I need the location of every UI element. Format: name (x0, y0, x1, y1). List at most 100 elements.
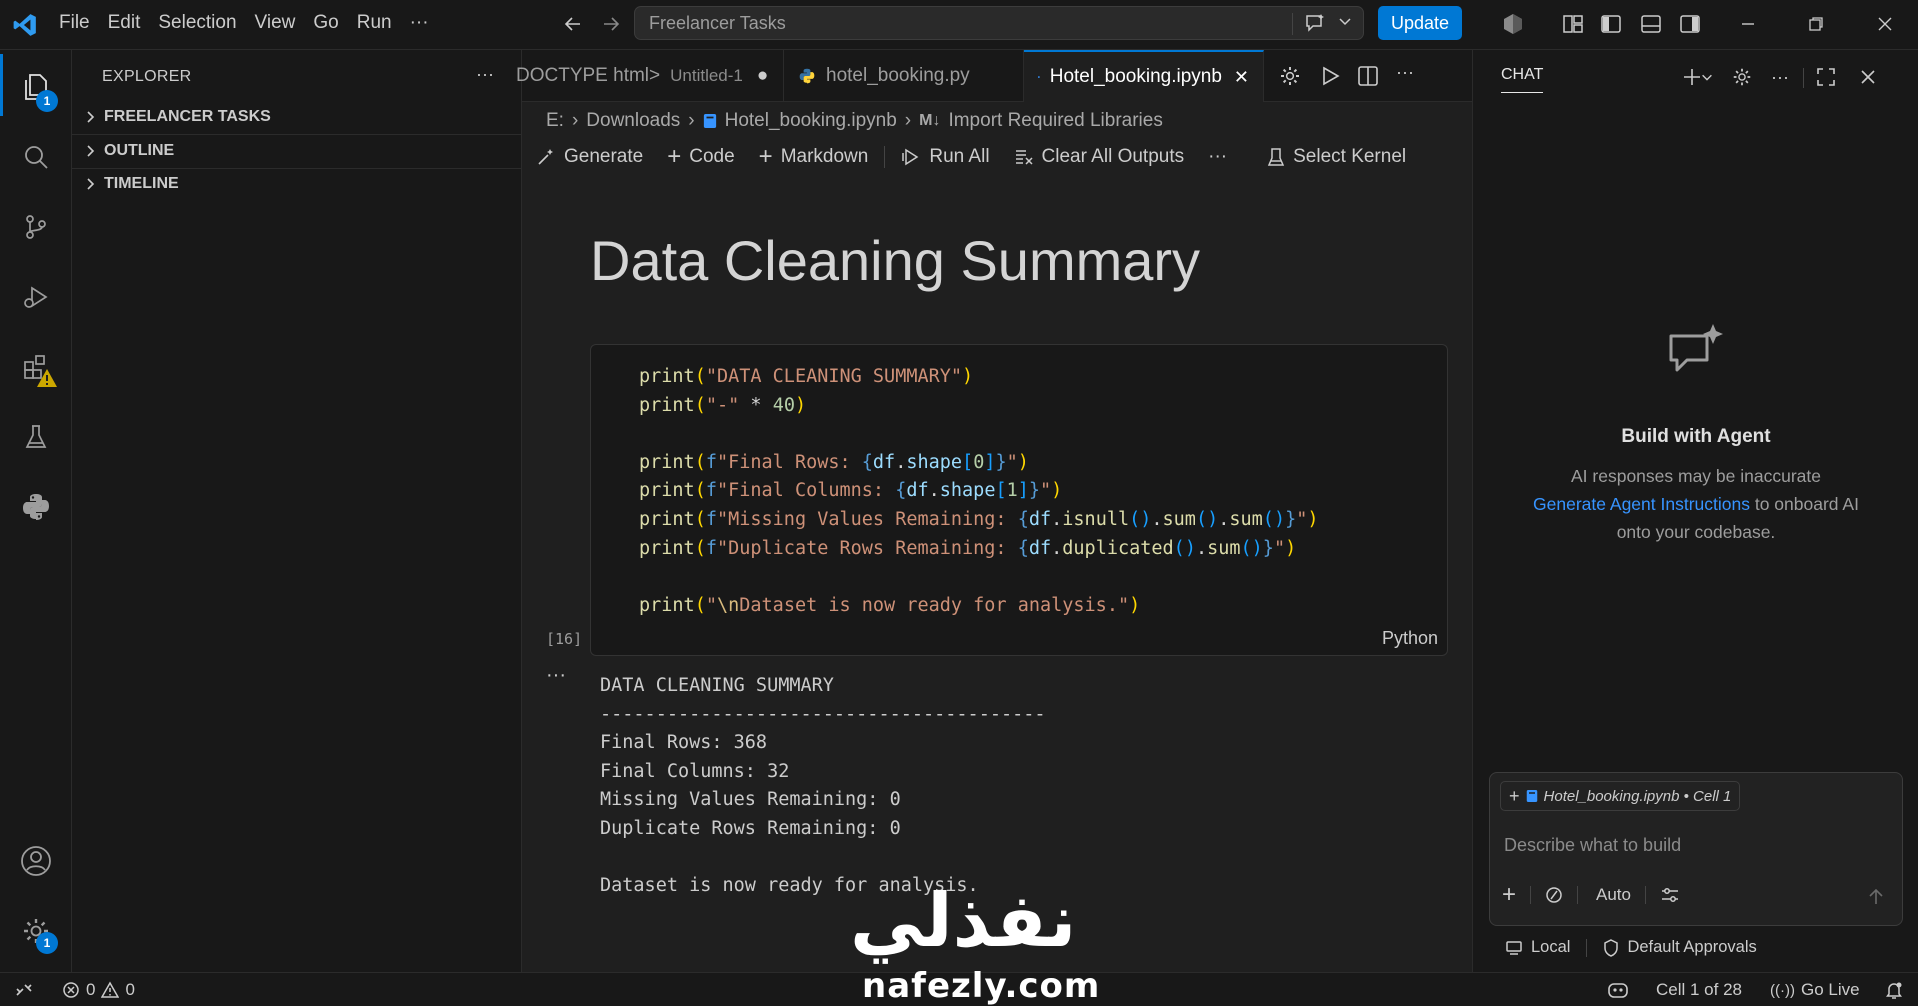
code-label: Code (689, 146, 735, 167)
tab-hotel-booking-ipynb[interactable]: Hotel_booking.ipynb ✕ (1024, 50, 1264, 102)
close-tab-icon[interactable]: ✕ (1234, 67, 1249, 88)
restore-icon[interactable] (1803, 11, 1829, 37)
python-file-icon (799, 68, 815, 84)
context-chip[interactable]: + Hotel_booking.ipynb • Cell 1 (1500, 781, 1741, 811)
generate-label: Generate (564, 146, 644, 167)
code-line[interactable]: print(f"Final Columns: {df.shape[1]}") (639, 477, 1319, 506)
customize-layout-icon[interactable] (1560, 11, 1586, 37)
close-chat-icon[interactable] (1855, 64, 1881, 90)
approvals-button[interactable]: Default Approvals (1603, 938, 1757, 957)
editor-more-icon[interactable]: ··· (1396, 62, 1414, 83)
source-control-activity-button[interactable] (0, 194, 72, 260)
chat-settings-gear-icon[interactable] (1729, 64, 1755, 90)
chat-more-icon[interactable]: ··· (1767, 64, 1793, 90)
watermark-latin: nafezly.com (862, 966, 1101, 1006)
configure-sliders-icon[interactable] (1660, 886, 1680, 904)
chat-prompt-input[interactable]: Describe what to build (1504, 835, 1681, 856)
breadcrumb-chevron-icon: › (688, 110, 695, 131)
unsaved-dot-icon[interactable]: ● (757, 65, 768, 87)
minimize-icon[interactable] (1735, 11, 1761, 37)
split-editor-icon[interactable] (1356, 64, 1380, 93)
problems-indicator[interactable]: 0 0 (62, 973, 135, 1006)
divider (1803, 68, 1804, 88)
menu-run[interactable]: Run (348, 0, 401, 50)
tab-untitled-1[interactable]: DOCTYPE html> Untitled-1 ● (516, 50, 784, 102)
copilot-chat-icon[interactable] (1303, 11, 1327, 40)
add-markdown-button[interactable]: + Markdown (747, 145, 881, 169)
select-kernel-button[interactable]: Select Kernel (1255, 146, 1418, 168)
maximize-icon[interactable] (1813, 64, 1839, 90)
add-context-plus-icon[interactable]: + (1509, 786, 1520, 807)
code-line[interactable]: print("-" * 40) (639, 392, 1319, 421)
go-live-button[interactable]: ((·)) Go Live (1770, 973, 1860, 1006)
toggle-panel-icon[interactable] (1638, 11, 1664, 37)
command-center-search[interactable]: Freelancer Tasks (634, 6, 1364, 40)
menu-edit[interactable]: Edit (99, 0, 150, 50)
explorer-activity-button[interactable]: 1 (0, 54, 72, 120)
copilot-status-icon[interactable] (1606, 973, 1630, 1006)
code-line[interactable] (639, 563, 1319, 592)
close-window-icon[interactable] (1872, 11, 1898, 37)
code-line[interactable]: print("\nDataset is now ready for analys… (639, 592, 1319, 621)
explorer-more-button[interactable]: ··· (476, 64, 494, 85)
run-play-icon[interactable] (1318, 64, 1342, 93)
chevron-down-icon[interactable] (1337, 13, 1353, 34)
breadcrumb-section[interactable]: Import Required Libraries (948, 110, 1162, 132)
notebook-settings-gear-icon[interactable] (1278, 64, 1302, 93)
chat-input-box[interactable]: + Hotel_booking.ipynb • Cell 1 Describe … (1489, 772, 1903, 926)
menu-selection[interactable]: Selection (149, 0, 245, 50)
menu-file[interactable]: File (50, 0, 99, 50)
generate-button[interactable]: Generate (522, 146, 655, 168)
output-more-icon[interactable]: ··· (546, 664, 566, 687)
testing-activity-button[interactable] (0, 404, 72, 470)
toggle-secondary-sidebar-icon[interactable] (1677, 11, 1703, 37)
back-arrow-icon[interactable] (560, 11, 586, 37)
run-all-button[interactable]: Run All (889, 146, 1001, 168)
chevron-down-icon[interactable] (1699, 64, 1715, 90)
code-editor[interactable]: print("DATA CLEANING SUMMARY") print("-" … (639, 363, 1319, 620)
tab-hotel-booking-py[interactable]: hotel_booking.py (784, 50, 1024, 102)
send-arrow-icon[interactable] (1866, 887, 1886, 912)
section-freelancer-tasks[interactable]: FREELANCER TASKS (82, 108, 271, 126)
run-debug-activity-button[interactable] (0, 264, 72, 330)
menu-more[interactable]: ··· (401, 0, 438, 50)
forward-arrow-icon[interactable] (598, 11, 624, 37)
clear-outputs-button[interactable]: Clear All Outputs (1002, 146, 1197, 168)
notifications-bell-icon[interactable] (1884, 973, 1904, 1006)
code-line[interactable] (639, 420, 1319, 449)
code-line[interactable]: print("DATA CLEANING SUMMARY") (639, 363, 1319, 392)
section-label: FREELANCER TASKS (104, 108, 271, 125)
cell-position[interactable]: Cell 1 of 28 (1656, 973, 1742, 1006)
attach-plus-icon[interactable]: + (1502, 883, 1516, 907)
chat-tab[interactable]: CHAT (1501, 66, 1544, 93)
python-activity-button[interactable] (0, 474, 72, 540)
remote-indicator[interactable] (14, 973, 34, 1006)
local-session-button[interactable]: Local (1505, 938, 1570, 957)
menu-view[interactable]: View (246, 0, 305, 50)
menu-go[interactable]: Go (304, 0, 347, 50)
extensions-activity-button[interactable] (0, 334, 72, 400)
code-line[interactable]: print(f"Missing Values Remaining: {df.is… (639, 506, 1319, 535)
section-outline[interactable]: OUTLINE (82, 142, 174, 160)
flask-icon (25, 425, 47, 448)
toolbar-more-button[interactable]: ··· (1196, 146, 1239, 168)
accounts-activity-button[interactable] (0, 828, 72, 894)
update-button[interactable]: Update (1378, 6, 1462, 40)
add-code-button[interactable]: + Code (655, 145, 746, 169)
search-activity-button[interactable] (0, 124, 72, 190)
mode-picker[interactable]: Auto (1596, 885, 1631, 905)
code-cell[interactable]: print("DATA CLEANING SUMMARY") print("-" … (590, 344, 1448, 656)
manage-activity-button[interactable]: 1 (0, 898, 72, 964)
breadcrumb-folder[interactable]: Downloads (586, 110, 680, 132)
generate-instructions-link[interactable]: Generate Agent Instructions (1533, 494, 1750, 514)
cell-language-label[interactable]: Python (1382, 628, 1438, 649)
copilot-icon[interactable] (1500, 11, 1526, 37)
code-line[interactable]: print(f"Final Rows: {df.shape[0]}") (639, 449, 1319, 478)
breadcrumb-drive[interactable]: E: (546, 110, 564, 132)
breadcrumb-file[interactable]: Hotel_booking.ipynb (725, 110, 897, 132)
toggle-primary-sidebar-icon[interactable] (1598, 11, 1624, 37)
tools-icon[interactable] (1545, 886, 1563, 904)
section-timeline[interactable]: TIMELINE (82, 175, 179, 193)
code-line[interactable]: print(f"Duplicate Rows Remaining: {df.du… (639, 535, 1319, 564)
